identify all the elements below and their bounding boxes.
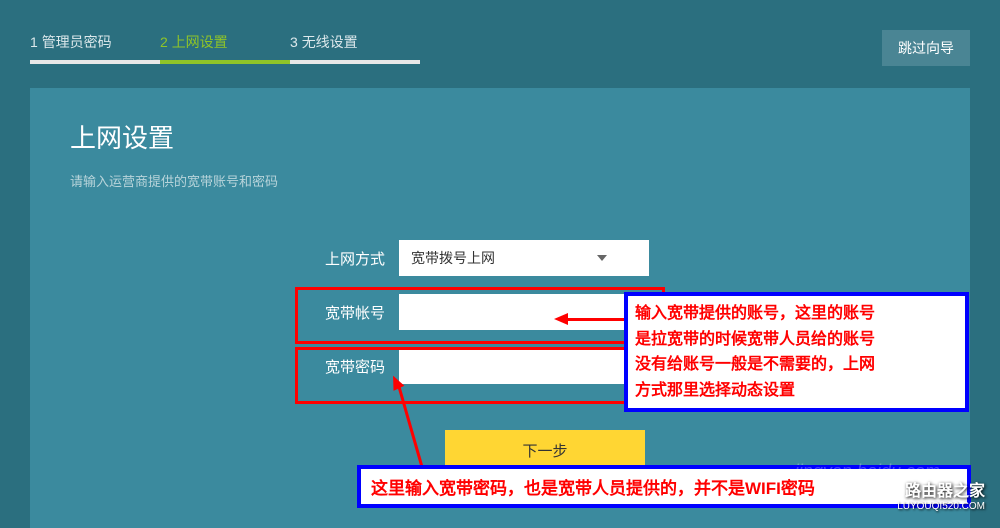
step-bar [30,60,160,64]
annotation-text: 这里输入宽带密码，也是宽带人员提供的，并不是WIFI密码 [371,479,815,498]
step-num: 2 [160,34,168,50]
account-input[interactable] [399,294,649,330]
watermark-brand-text: 路由器之家 [897,477,985,501]
next-button[interactable]: 下一步 [445,430,645,470]
annotation-text: 没有给账号一般是不需要的，上网 [635,352,958,378]
account-label: 宽带帐号 [305,302,385,323]
step-1-admin-password[interactable]: 1 管理员密码 [30,32,160,64]
step-2-internet-settings[interactable]: 2 上网设置 [160,32,290,64]
step-bar [290,60,420,64]
connection-type-label: 上网方式 [305,248,385,269]
step-text: 管理员密码 [42,34,112,50]
step-num: 3 [290,34,298,50]
watermark-url-text: LUYOUQI520.COM [897,501,985,512]
password-label: 宽带密码 [305,356,385,377]
password-input[interactable] [399,348,649,384]
annotation-box-account: 输入宽带提供的账号，这里的账号 是拉宽带的时候宽带人员给的账号 没有给账号一般是… [624,292,969,412]
wizard-steps: 1 管理员密码 2 上网设置 3 无线设置 [30,32,420,64]
connection-type-select[interactable]: 宽带拨号上网 [399,240,649,276]
page-title: 上网设置 [70,118,930,155]
annotation-text: 方式那里选择动态设置 [635,378,958,404]
step-3-wireless-settings[interactable]: 3 无线设置 [290,32,420,64]
connection-type-row: 上网方式 宽带拨号上网 [305,240,930,276]
step-num: 1 [30,34,38,50]
annotation-text: 输入宽带提供的账号，这里的账号 [635,301,958,327]
skip-wizard-button[interactable]: 跳过向导 [882,30,970,66]
watermark-brand: 路由器之家 LUYOUQI520.COM [897,477,985,512]
annotation-text: 是拉宽带的时候宽带人员给的账号 [635,327,958,353]
step-text: 无线设置 [302,34,358,50]
connection-type-value: 宽带拨号上网 [411,248,495,268]
dropdown-caret-icon [597,255,607,261]
step-bar [160,60,290,64]
page-subtitle: 请输入运营商提供的宽带账号和密码 [70,171,930,190]
step-text: 上网设置 [172,34,228,50]
